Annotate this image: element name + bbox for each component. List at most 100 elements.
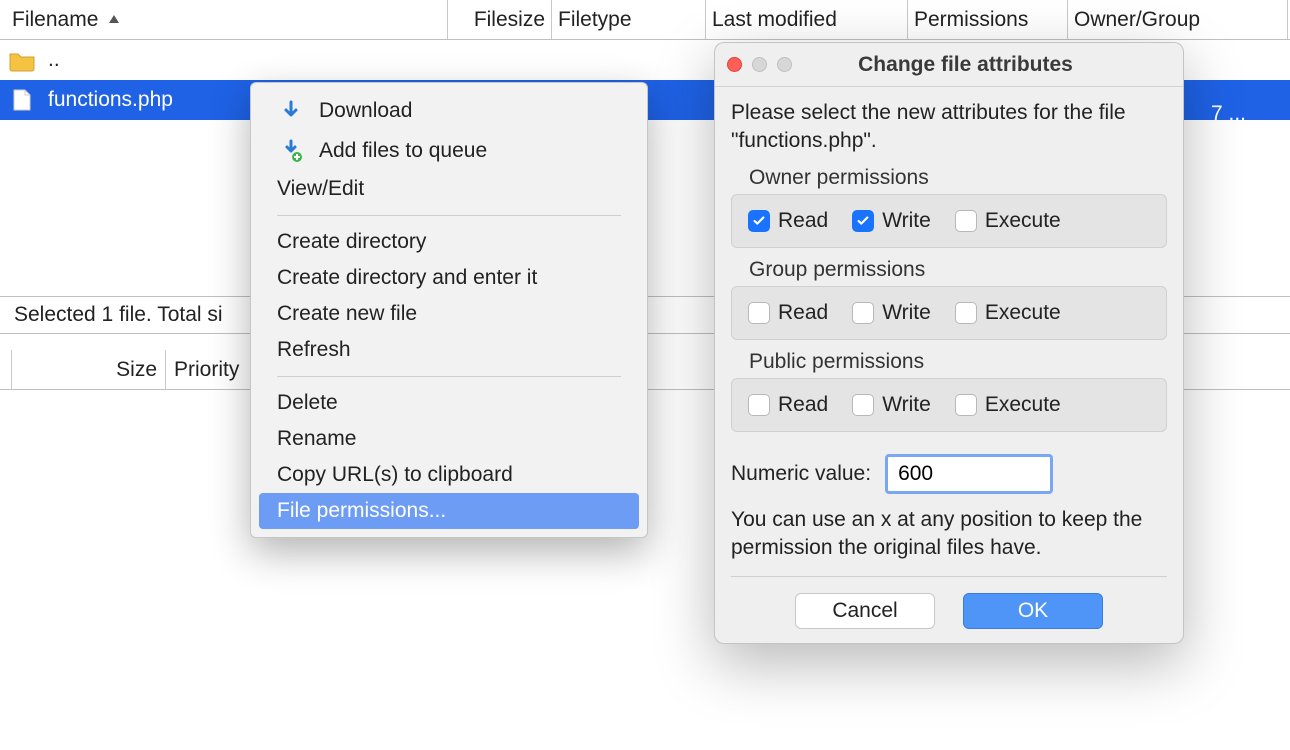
- public-execute-checkbox[interactable]: Execute: [955, 393, 1061, 417]
- checkbox-icon: [852, 210, 874, 232]
- public-permissions-label: Public permissions: [731, 350, 1167, 374]
- col-owner[interactable]: Owner/Group: [1068, 0, 1288, 39]
- numeric-value-input[interactable]: [885, 454, 1053, 494]
- group-execute-label: Execute: [985, 301, 1061, 325]
- file-row-label: functions.php: [44, 88, 173, 112]
- cm-download-label: Download: [319, 99, 412, 123]
- cm-create-dir-enter[interactable]: Create directory and enter it: [251, 260, 647, 296]
- file-list-header: Filename Filesize Filetype Last modified…: [0, 0, 1290, 40]
- dialog-buttons: Cancel OK: [731, 593, 1167, 629]
- close-icon[interactable]: [727, 57, 742, 72]
- cm-add-queue[interactable]: Add files to queue: [251, 131, 647, 171]
- owner-execute-label: Execute: [985, 209, 1061, 233]
- cm-rename[interactable]: Rename: [251, 421, 647, 457]
- numeric-value-label: Numeric value:: [731, 462, 871, 486]
- group-read-checkbox[interactable]: Read: [748, 301, 828, 325]
- public-read-checkbox[interactable]: Read: [748, 393, 828, 417]
- parent-dir-label: ..: [44, 48, 60, 72]
- cm-create-file[interactable]: Create new file: [251, 296, 647, 332]
- public-write-label: Write: [882, 393, 931, 417]
- owner-permissions-box: Read Write Execute: [731, 194, 1167, 248]
- col-owner-label: Owner/Group: [1074, 8, 1200, 32]
- col-filesize[interactable]: Filesize: [448, 0, 552, 39]
- col-filesize-label: Filesize: [474, 8, 545, 32]
- queue-spacer: [0, 350, 12, 389]
- sort-asc-icon: [106, 12, 122, 28]
- col-filename-label: Filename: [12, 8, 98, 32]
- owner-write-checkbox[interactable]: Write: [852, 209, 931, 233]
- public-write-checkbox[interactable]: Write: [852, 393, 931, 417]
- file-icon: [8, 88, 36, 112]
- public-execute-label: Execute: [985, 393, 1061, 417]
- checkbox-icon: [955, 302, 977, 324]
- checkbox-icon: [852, 394, 874, 416]
- file-row-trailing: 7 ...: [1211, 102, 1246, 126]
- col-lastmod-label: Last modified: [712, 8, 837, 32]
- group-permissions-group: Group permissions Read Write Execute: [731, 258, 1167, 340]
- owner-permissions-label: Owner permissions: [731, 166, 1167, 190]
- ok-button[interactable]: OK: [963, 593, 1103, 629]
- context-menu: Download Add files to queue View/Edit Cr…: [250, 82, 648, 538]
- cm-view-edit[interactable]: View/Edit: [251, 171, 647, 207]
- cm-delete-label: Delete: [277, 391, 338, 415]
- cm-file-permissions-label: File permissions...: [277, 499, 446, 523]
- owner-permissions-group: Owner permissions Read Write Execute: [731, 166, 1167, 248]
- queue-col-priority-label: Priority: [174, 358, 239, 382]
- owner-execute-checkbox[interactable]: Execute: [955, 209, 1061, 233]
- group-read-label: Read: [778, 301, 828, 325]
- col-lastmod[interactable]: Last modified: [706, 0, 908, 39]
- dialog-instruction: Please select the new attributes for the…: [731, 99, 1167, 156]
- group-write-checkbox[interactable]: Write: [852, 301, 931, 325]
- download-icon: [277, 97, 305, 125]
- group-execute-checkbox[interactable]: Execute: [955, 301, 1061, 325]
- queue-col-size[interactable]: Size: [12, 350, 166, 389]
- owner-read-checkbox[interactable]: Read: [748, 209, 828, 233]
- zoom-icon: [777, 57, 792, 72]
- group-permissions-box: Read Write Execute: [731, 286, 1167, 340]
- cm-separator: [277, 376, 621, 377]
- public-read-label: Read: [778, 393, 828, 417]
- col-permissions[interactable]: Permissions: [908, 0, 1068, 39]
- minimize-icon: [752, 57, 767, 72]
- queue-col-size-label: Size: [116, 358, 157, 382]
- dialog-titlebar: Change file attributes: [715, 43, 1183, 87]
- dialog-body: Please select the new attributes for the…: [715, 87, 1183, 629]
- numeric-value-row: Numeric value:: [731, 442, 1167, 502]
- status-text: Selected 1 file. Total si: [14, 303, 223, 326]
- cancel-button-label: Cancel: [832, 599, 897, 623]
- cm-file-permissions[interactable]: File permissions...: [259, 493, 639, 529]
- checkbox-icon: [955, 210, 977, 232]
- dialog-title: Change file attributes: [810, 53, 1171, 77]
- add-queue-icon: [277, 137, 305, 165]
- checkbox-icon: [748, 394, 770, 416]
- cm-create-dir[interactable]: Create directory: [251, 224, 647, 260]
- cm-copy-url[interactable]: Copy URL(s) to clipboard: [251, 457, 647, 493]
- col-filename[interactable]: Filename: [0, 0, 448, 39]
- cm-create-file-label: Create new file: [277, 302, 417, 326]
- permissions-dialog: Change file attributes Please select the…: [714, 42, 1184, 644]
- group-permissions-label: Group permissions: [731, 258, 1167, 282]
- group-write-label: Write: [882, 301, 931, 325]
- owner-read-label: Read: [778, 209, 828, 233]
- cm-copy-url-label: Copy URL(s) to clipboard: [277, 463, 513, 487]
- cm-delete[interactable]: Delete: [251, 385, 647, 421]
- checkbox-icon: [748, 302, 770, 324]
- col-permissions-label: Permissions: [914, 8, 1028, 32]
- cm-view-edit-label: View/Edit: [277, 177, 364, 201]
- cm-separator: [277, 215, 621, 216]
- traffic-lights: [727, 57, 792, 72]
- cm-create-dir-enter-label: Create directory and enter it: [277, 266, 537, 290]
- col-filetype[interactable]: Filetype: [552, 0, 706, 39]
- cancel-button[interactable]: Cancel: [795, 593, 935, 629]
- owner-write-label: Write: [882, 209, 931, 233]
- cm-add-queue-label: Add files to queue: [319, 139, 487, 163]
- cm-refresh[interactable]: Refresh: [251, 332, 647, 368]
- cm-refresh-label: Refresh: [277, 338, 351, 362]
- cm-create-dir-label: Create directory: [277, 230, 426, 254]
- cm-download[interactable]: Download: [251, 91, 647, 131]
- checkbox-icon: [955, 394, 977, 416]
- checkbox-icon: [748, 210, 770, 232]
- public-permissions-box: Read Write Execute: [731, 378, 1167, 432]
- cm-rename-label: Rename: [277, 427, 356, 451]
- col-filetype-label: Filetype: [558, 8, 632, 32]
